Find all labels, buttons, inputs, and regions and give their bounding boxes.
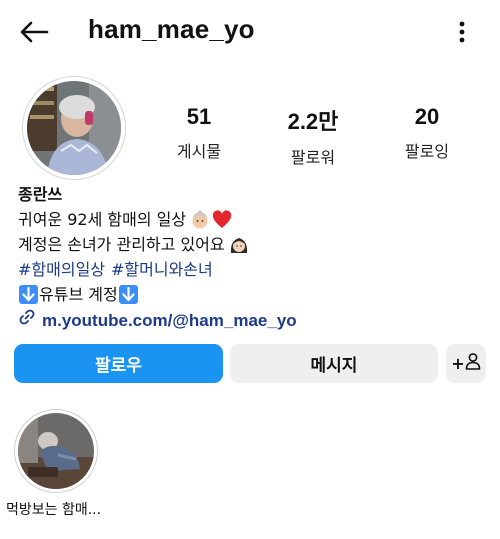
bio-external-link[interactable]: m.youtube.com/@ham_mae_yo <box>18 308 488 333</box>
bio-line-2: 계정은 손녀가 관리하고 있어요 <box>18 232 488 257</box>
down-arrow-icon <box>19 285 38 304</box>
plus-sign: + <box>451 354 465 373</box>
display-name: 종란쓰 <box>18 185 63 204</box>
hashtag-link-1[interactable]: #함매의일상 <box>18 257 105 282</box>
bio-hashtags: #함매의일상 #할머니와손녀 <box>18 257 488 282</box>
following-count: 20 <box>414 104 440 129</box>
link-chain-icon <box>18 308 36 333</box>
top-bar: ham_mae_yo <box>0 0 500 64</box>
followers-label: 팔로워 <box>290 148 336 167</box>
story-highlight[interactable]: 먹방보는 함매... <box>6 409 101 518</box>
highlight-label: 먹방보는 함매... <box>6 502 102 518</box>
followers-count: 2.2만 <box>287 109 339 134</box>
hashtag-link-2[interactable]: #할머니와손녀 <box>111 257 213 282</box>
youtube-link-text[interactable]: m.youtube.com/@ham_mae_yo <box>42 308 297 333</box>
grandmother-emoji-icon <box>190 209 210 230</box>
bio-youtube-line: 유튜브 계정 <box>18 282 488 307</box>
person-icon <box>465 352 481 375</box>
bio-text-2: 계정은 손녀가 관리하고 있어요 <box>18 235 225 254</box>
back-arrow-icon[interactable] <box>14 14 54 50</box>
stat-posts[interactable]: 51 게시물 <box>149 104 249 162</box>
highlight-thumbnail <box>18 413 94 489</box>
following-label: 팔로잉 <box>404 142 450 161</box>
profile-avatar[interactable] <box>22 76 126 180</box>
avatar-photo <box>27 81 121 175</box>
profile-username: ham_mae_yo <box>88 14 255 44</box>
down-arrow-icon <box>118 285 138 304</box>
more-options-icon[interactable] <box>448 16 476 48</box>
girl-emoji-icon <box>229 235 249 255</box>
highlight-ring <box>14 409 98 493</box>
follow-button[interactable]: 팔로우 <box>14 344 223 383</box>
stat-following[interactable]: 20 팔로잉 <box>377 104 477 162</box>
posts-count: 51 <box>186 104 212 129</box>
message-button[interactable]: 메시지 <box>230 344 438 383</box>
suggest-user-button[interactable]: + <box>446 344 486 383</box>
stat-followers[interactable]: 2.2만 팔로워 <box>263 104 363 168</box>
red-heart-icon <box>212 209 232 230</box>
profile-bio: 종란쓰 귀여운 92세 함매의 일상 계정은 손녀가 관리하고 있어요 #함매의… <box>18 182 488 333</box>
bio-line-1: 귀여운 92세 함매의 일상 <box>18 207 488 232</box>
posts-label: 게시물 <box>176 142 222 161</box>
bio-text-1: 귀여운 92세 함매의 일상 <box>18 210 187 229</box>
youtube-label-text: 유튜브 계정 <box>39 285 118 304</box>
